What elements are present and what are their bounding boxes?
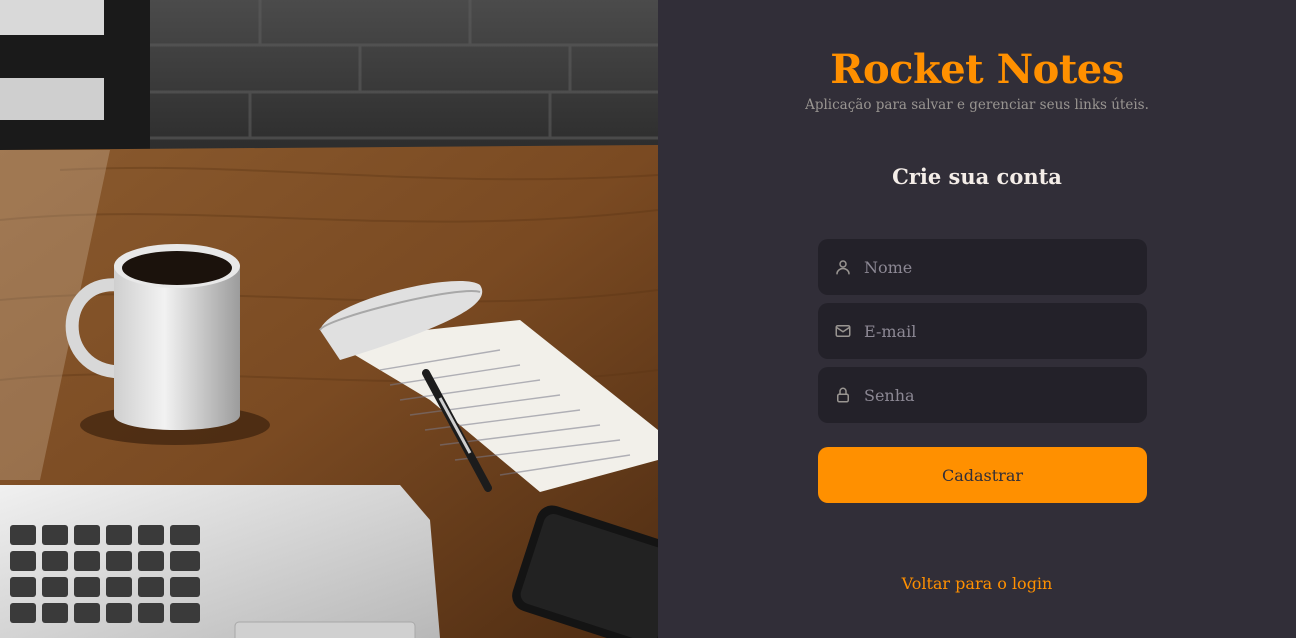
email-field[interactable] bbox=[818, 303, 1147, 359]
background-photo bbox=[0, 0, 658, 638]
name-input[interactable] bbox=[864, 239, 1147, 295]
back-to-login-link[interactable]: Voltar para o login bbox=[658, 572, 1296, 596]
mail-icon bbox=[835, 325, 851, 337]
signup-page: Rocket Notes Aplicação para salvar e ger… bbox=[0, 0, 1296, 638]
form-title: Crie sua conta bbox=[892, 164, 1062, 189]
password-field[interactable] bbox=[818, 367, 1147, 423]
brand-title: Rocket Notes bbox=[830, 46, 1124, 93]
register-button[interactable]: Cadastrar bbox=[818, 447, 1147, 503]
brand-tagline: Aplicação para salvar e gerenciar seus l… bbox=[805, 97, 1149, 113]
signup-panel: Rocket Notes Aplicação para salvar e ger… bbox=[658, 0, 1296, 638]
email-input[interactable] bbox=[864, 303, 1147, 359]
lock-icon bbox=[837, 387, 849, 403]
name-field[interactable] bbox=[818, 239, 1147, 295]
user-icon bbox=[836, 260, 850, 275]
password-input[interactable] bbox=[864, 367, 1147, 423]
